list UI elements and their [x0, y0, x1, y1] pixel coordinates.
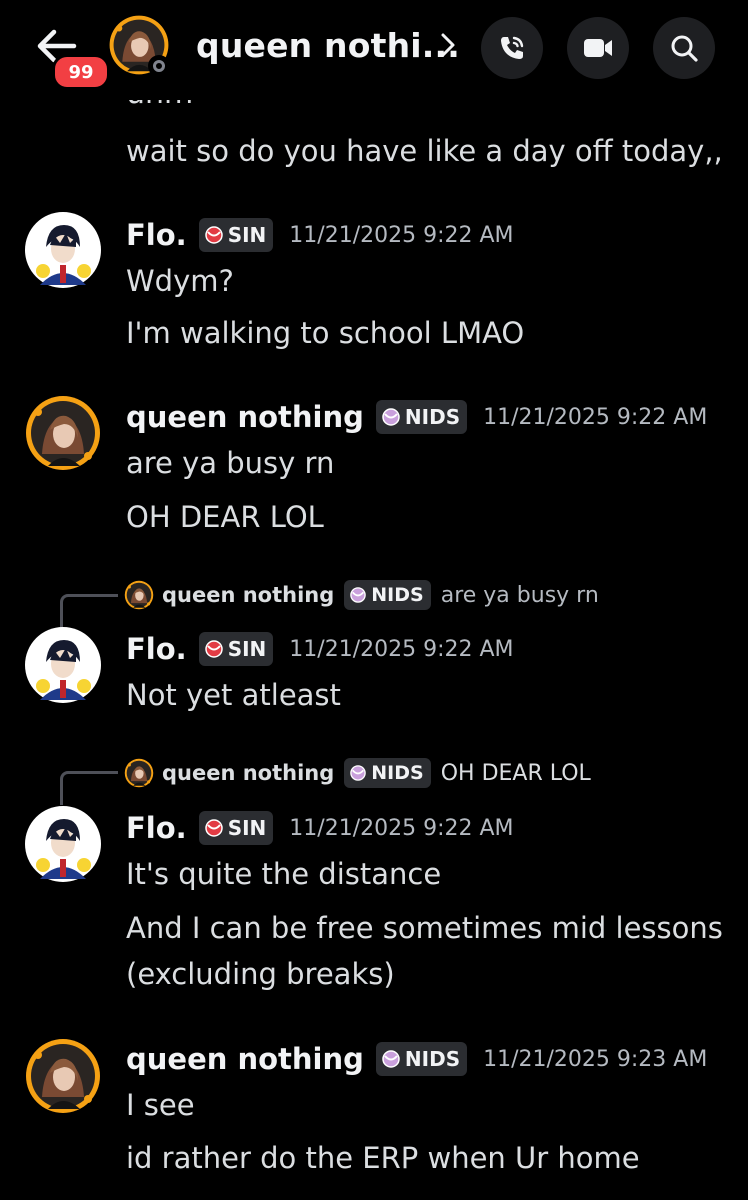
- tag-badge-icon: [382, 408, 400, 426]
- username[interactable]: Flo.: [126, 811, 187, 845]
- chevron-right-icon[interactable]: [440, 32, 456, 58]
- avatar[interactable]: [24, 805, 102, 883]
- tag-badge-icon: [350, 587, 366, 603]
- avatar[interactable]: [24, 211, 102, 289]
- search-icon: [671, 35, 698, 62]
- message-text: are ya busy rn: [126, 446, 335, 480]
- tag-badge-icon: [205, 819, 223, 837]
- tag-badge-icon: [205, 226, 223, 244]
- tag-badge-icon: [382, 1050, 400, 1068]
- message-text: And I can be free sometimes mid lessons: [126, 911, 723, 945]
- unread-badge: 99: [52, 54, 110, 90]
- timestamp: 11/21/2025 9:22 AM: [483, 404, 708, 430]
- server-tag[interactable]: SIN: [198, 218, 274, 252]
- message-text: It's quite the distance: [126, 857, 442, 891]
- avatar: [124, 758, 154, 788]
- timestamp: 11/21/2025 9:22 AM: [289, 636, 514, 662]
- status-indicator: [148, 55, 170, 77]
- avatar[interactable]: [24, 626, 102, 704]
- message-text: Wdym?: [126, 264, 234, 298]
- tag-badge-icon: [350, 765, 366, 781]
- video-camera-icon: [584, 39, 612, 57]
- reply-connector: [60, 771, 118, 805]
- channel-title[interactable]: queen nothi...: [196, 26, 460, 65]
- timestamp: 11/21/2025 9:23 AM: [483, 1046, 708, 1072]
- server-tag[interactable]: SIN: [198, 632, 274, 666]
- reply-username: queen nothing: [162, 583, 335, 607]
- reply-username: queen nothing: [162, 761, 335, 785]
- channel-header: 99 queen nothi...: [0, 0, 748, 100]
- message-text: OH DEAR LOL: [126, 500, 324, 534]
- server-tag[interactable]: NIDS: [375, 400, 468, 434]
- server-tag: NIDS: [344, 580, 431, 610]
- message-text: Not yet atleast: [126, 678, 341, 712]
- message-text: (excluding breaks): [126, 957, 395, 991]
- reply-preview[interactable]: queen nothing NIDS OH DEAR LOL: [124, 758, 591, 788]
- username[interactable]: Flo.: [126, 218, 187, 252]
- tag-badge-icon: [205, 640, 223, 658]
- voice-call-button[interactable]: [481, 17, 543, 79]
- username[interactable]: Flo.: [126, 632, 187, 666]
- reply-preview[interactable]: queen nothing NIDS are ya busy rn: [124, 580, 599, 610]
- server-tag[interactable]: SIN: [198, 811, 274, 845]
- server-tag: NIDS: [344, 758, 431, 788]
- avatar[interactable]: [24, 394, 102, 472]
- username[interactable]: queen nothing: [126, 400, 364, 434]
- reply-text: OH DEAR LOL: [440, 760, 591, 786]
- dm-screen: uhm wait so do you have like a day off t…: [0, 0, 748, 1200]
- username[interactable]: queen nothing: [126, 1042, 364, 1076]
- message-text: I'm walking to school LMAO: [126, 316, 525, 350]
- server-tag[interactable]: NIDS: [375, 1042, 468, 1076]
- phone-call-icon: [501, 36, 524, 59]
- search-button[interactable]: [653, 17, 715, 79]
- message-text: I see: [126, 1088, 195, 1122]
- message-text: id rather do the ERP when Ur home: [126, 1141, 640, 1175]
- timestamp: 11/21/2025 9:22 AM: [289, 222, 514, 248]
- video-call-button[interactable]: [567, 17, 629, 79]
- avatar: [124, 580, 154, 610]
- avatar[interactable]: [24, 1037, 102, 1115]
- message-list[interactable]: uhm wait so do you have like a day off t…: [0, 0, 748, 1200]
- reply-connector: [60, 594, 118, 628]
- message-text: wait so do you have like a day off today…: [126, 134, 723, 168]
- timestamp: 11/21/2025 9:22 AM: [289, 815, 514, 841]
- reply-text: are ya busy rn: [440, 582, 599, 608]
